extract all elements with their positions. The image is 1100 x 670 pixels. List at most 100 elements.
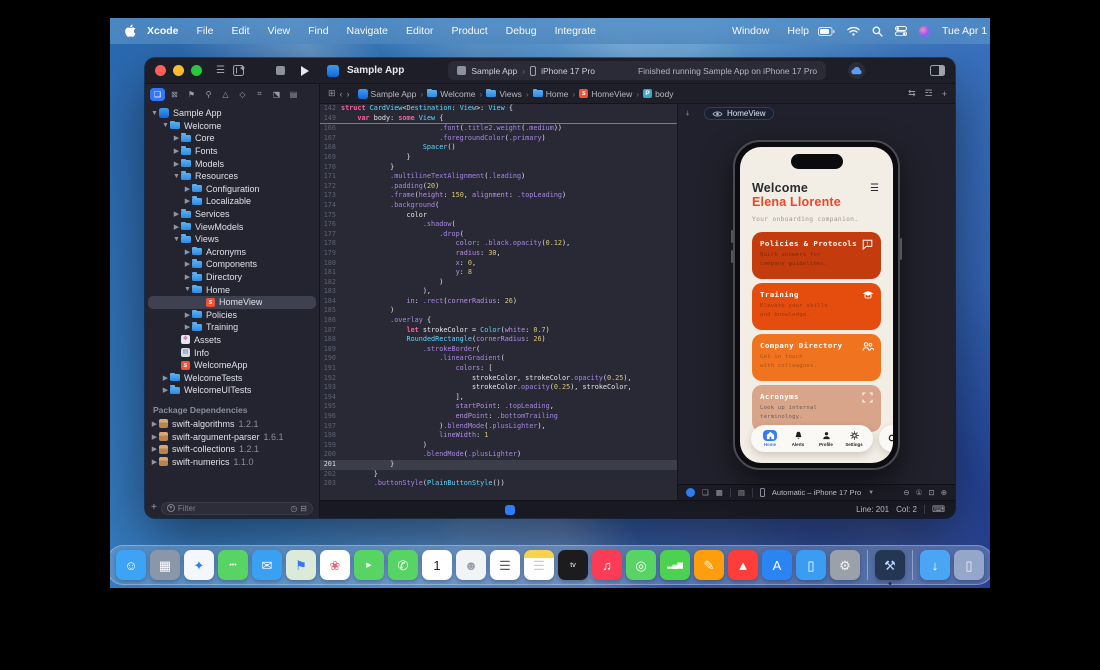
chevron-right-icon[interactable]: ▶ bbox=[183, 273, 192, 281]
line-number[interactable]: 188 bbox=[320, 335, 341, 345]
menu-item-xcode[interactable]: Xcode bbox=[138, 25, 188, 37]
sidebar-package-swift-argument-parser[interactable]: ▶ swift-argument-parser 1.6.1 bbox=[145, 430, 319, 443]
code-line-186[interactable]: 186 .overlay { bbox=[320, 316, 677, 326]
code-line-175[interactable]: 175 color bbox=[320, 211, 677, 221]
sidebar-item-training[interactable]: ▶ Training bbox=[145, 321, 319, 334]
code-line-169[interactable]: 169 } bbox=[320, 153, 677, 163]
chevron-right-icon[interactable]: ▶ bbox=[150, 458, 159, 466]
tab-settings[interactable]: Settings bbox=[841, 430, 867, 447]
line-number[interactable]: 178 bbox=[320, 239, 341, 249]
line-number[interactable]: 183 bbox=[320, 287, 341, 297]
chevron-right-icon[interactable]: ▶ bbox=[183, 311, 192, 319]
scheme-selector[interactable]: Sample App › iPhone 17 Pro Finished runn… bbox=[448, 61, 827, 80]
dock-reminders-icon[interactable]: ☰ bbox=[490, 550, 520, 580]
preview-target-pill[interactable]: HomeView bbox=[704, 107, 774, 120]
code-line-174[interactable]: 174 .background( bbox=[320, 201, 677, 211]
code-line-202[interactable]: 202 } bbox=[320, 470, 677, 480]
sidebar-item-localizable[interactable]: ▶ Localizable bbox=[145, 195, 319, 208]
sidebar-item-resources[interactable]: ▼ Resources bbox=[145, 170, 319, 183]
dock-contacts-icon[interactable]: ☻ bbox=[456, 550, 486, 580]
breadcrumb-body[interactable]: Pbody bbox=[643, 89, 674, 99]
chevron-right-icon[interactable]: ▶ bbox=[172, 134, 181, 142]
cloud-button[interactable] bbox=[848, 62, 866, 79]
search-tab-button[interactable] bbox=[879, 425, 893, 452]
code-line-194[interactable]: 194 ], bbox=[320, 393, 677, 403]
code-line-168[interactable]: 168 Spacer() bbox=[320, 143, 677, 153]
sidebar-item-viewmodels[interactable]: ▶ ViewModels bbox=[145, 220, 319, 233]
add-editor-split-icon[interactable]: + bbox=[942, 89, 947, 99]
back-button[interactable]: ‹ bbox=[340, 89, 343, 99]
add-editor-icon[interactable] bbox=[232, 65, 246, 76]
tab-profile[interactable]: Profile bbox=[813, 430, 839, 447]
line-number[interactable]: 171 bbox=[320, 172, 341, 182]
line-number[interactable]: 170 bbox=[320, 163, 341, 173]
source-control-tab[interactable]: ⊠ bbox=[167, 88, 182, 101]
sidebar-item-sample app[interactable]: ▼ Sample App bbox=[145, 107, 319, 120]
dock-downloads-icon[interactable]: ↓ bbox=[920, 550, 950, 580]
apple-menu-icon[interactable] bbox=[124, 24, 136, 38]
chevron-right-icon[interactable]: ▶ bbox=[172, 160, 181, 168]
code-line-167[interactable]: 167 .foregroundColor(.primary) bbox=[320, 134, 677, 144]
line-number[interactable]: 197 bbox=[320, 422, 341, 432]
menu-item-edit[interactable]: Edit bbox=[222, 25, 258, 37]
sidebar-item-components[interactable]: ▶ Components bbox=[145, 258, 319, 271]
sidebar-item-models[interactable]: ▶ Models bbox=[145, 157, 319, 170]
add-item-button[interactable]: + bbox=[151, 503, 157, 513]
line-number[interactable]: 167 bbox=[320, 134, 341, 144]
sidebar-item-configuration[interactable]: ▶ Configuration bbox=[145, 183, 319, 196]
issues-tab[interactable]: △ bbox=[218, 88, 233, 101]
chevron-right-icon[interactable]: ▶ bbox=[150, 420, 159, 428]
tab-alerts[interactable]: Alerts bbox=[785, 430, 811, 447]
card-policies-protocols[interactable]: Policies & Protocols Quick answers for co… bbox=[752, 232, 881, 279]
chevron-right-icon[interactable]: ▶ bbox=[161, 386, 170, 394]
chevron-down-icon[interactable]: ▼ bbox=[161, 122, 170, 129]
code-line-142[interactable]: 142 struct CardView<Destination: View>: V… bbox=[320, 104, 677, 114]
code-line-166[interactable]: 166 .font(.title2.weight(.medium)) bbox=[320, 124, 677, 134]
line-number[interactable]: 185 bbox=[320, 306, 341, 316]
code-line-196[interactable]: 196 endPoint: .bottomTrailing bbox=[320, 412, 677, 422]
sidebar-item-assets[interactable]: ❖ Assets bbox=[145, 334, 319, 347]
line-number[interactable]: 201 bbox=[320, 460, 341, 470]
siri-icon[interactable] bbox=[919, 25, 930, 37]
zoom-100-icon[interactable]: ① bbox=[916, 488, 923, 497]
sidebar-item-welcometests[interactable]: ▶ WelcomeTests bbox=[145, 371, 319, 384]
menu-clock[interactable]: Tue Apr 1 9:41 AM bbox=[942, 25, 990, 37]
line-number[interactable]: 172 bbox=[320, 182, 341, 192]
menu-item-find[interactable]: Find bbox=[299, 25, 337, 37]
filter-field[interactable]: ▼ Filter ◷ ⊟ bbox=[160, 501, 313, 515]
chevron-down-icon[interactable]: ▼ bbox=[172, 236, 181, 243]
line-number[interactable]: 191 bbox=[320, 364, 341, 374]
code-line-198[interactable]: 198 lineWidth: 1 bbox=[320, 431, 677, 441]
sidebar-item-acronyms[interactable]: ▶ Acronyms bbox=[145, 246, 319, 259]
line-number[interactable]: 173 bbox=[320, 191, 341, 201]
dock-mail-icon[interactable]: ✉ bbox=[252, 550, 282, 580]
code-line-176[interactable]: 176 .shadow( bbox=[320, 220, 677, 230]
project-navigator-tab[interactable]: ❏ bbox=[150, 87, 165, 101]
find-tab[interactable]: ⚲ bbox=[201, 88, 216, 101]
inspector-toggle-icon[interactable] bbox=[930, 65, 945, 76]
code-line-172[interactable]: 172 .padding(20) bbox=[320, 182, 677, 192]
chevron-right-icon[interactable]: ▶ bbox=[183, 185, 192, 193]
dock-phone-icon[interactable]: ✆ bbox=[388, 550, 418, 580]
card-company-directory[interactable]: Company Directory Get in touch with colle… bbox=[752, 334, 881, 381]
chevron-right-icon[interactable]: ▶ bbox=[183, 260, 192, 268]
sidebar-item-fonts[interactable]: ▶ Fonts bbox=[145, 145, 319, 158]
code-line-187[interactable]: 187 let strokeColor = Color(white: 0.7) bbox=[320, 326, 677, 336]
dock-launchpad-icon[interactable]: ▦ bbox=[150, 550, 180, 580]
code-line-149[interactable]: 149 var body: some View { bbox=[320, 114, 677, 124]
chevron-right-icon[interactable]: ▶ bbox=[161, 374, 170, 382]
dock-stocks-icon[interactable]: ▂▄▆ bbox=[660, 550, 690, 580]
line-number[interactable]: 194 bbox=[320, 393, 341, 403]
sidebar-item-info[interactable]: ▤ Info bbox=[145, 346, 319, 359]
code-line-178[interactable]: 178 color: .black.opacity(0.12), bbox=[320, 239, 677, 249]
breadcrumb-welcome[interactable]: Welcome bbox=[427, 88, 476, 99]
source-editor[interactable]: 142 struct CardView<Destination: View>: V… bbox=[320, 104, 677, 500]
line-number[interactable]: 200 bbox=[320, 450, 341, 460]
live-preview-button[interactable] bbox=[686, 488, 695, 497]
sidebar-item-directory[interactable]: ▶ Directory bbox=[145, 271, 319, 284]
dock-app-store-icon[interactable]: A bbox=[762, 550, 792, 580]
code-line-179[interactable]: 179 radius: 30, bbox=[320, 249, 677, 259]
tests-tab[interactable]: ◇ bbox=[235, 88, 250, 101]
related-items-icon[interactable]: ⊞ bbox=[328, 88, 336, 99]
chevron-right-icon[interactable]: ▶ bbox=[183, 197, 192, 205]
